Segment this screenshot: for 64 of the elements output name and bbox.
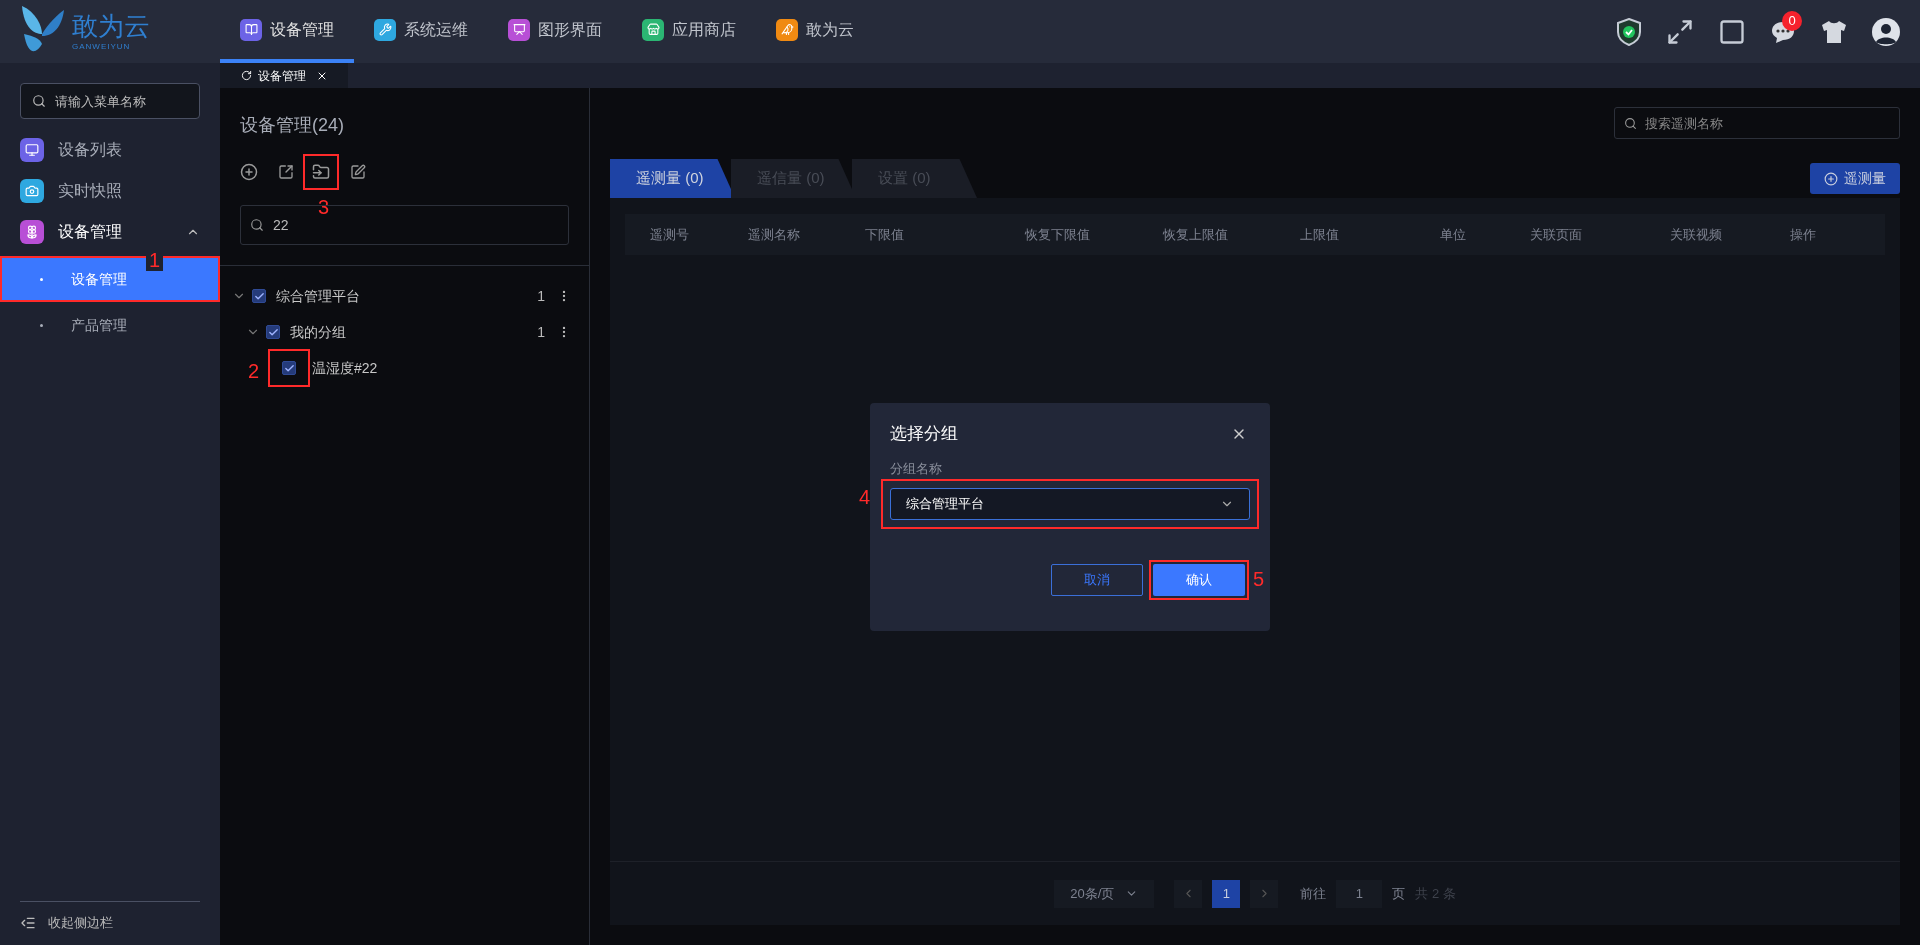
logo-subtitle: GANWEIYUN (72, 40, 132, 53)
add-telemetry-button[interactable]: 遥测量 (1810, 163, 1900, 194)
nav-tab[interactable]: 应用商店 (622, 0, 756, 63)
page-unit: 页 (1392, 884, 1406, 903)
edit-icon[interactable] (350, 164, 366, 180)
avatar-icon[interactable] (1872, 17, 1900, 46)
menu-item[interactable]: 实时快照 (0, 170, 220, 211)
group-select[interactable]: 综合管理平台 (890, 488, 1250, 520)
bullet-icon (40, 323, 43, 327)
checkbox[interactable] (282, 361, 296, 375)
page-tab[interactable]: 设备管理 (220, 63, 348, 88)
count: 1 (537, 286, 545, 306)
annotation-number: 4 (859, 487, 871, 507)
column-header: 遥测名称 (748, 225, 801, 244)
menu-search-field[interactable]: 请输入菜单名称 (20, 83, 200, 119)
column-header: 下限值 (865, 225, 905, 244)
dialog-title: 选择分组 (890, 423, 958, 445)
plus-icon (1824, 171, 1838, 186)
tree-item[interactable]: 我的分组 (290, 321, 538, 343)
search-icon (250, 218, 264, 232)
field-label: 分组名称 (890, 459, 943, 478)
column-header: 上限值 (1300, 225, 1340, 244)
menu-item[interactable]: 设备管理 (0, 215, 220, 249)
confirm-button[interactable]: 确认 (1153, 564, 1245, 596)
count: 1 (537, 322, 545, 342)
nav-tab[interactable]: 敢为云 (756, 0, 874, 63)
tree-item[interactable]: 温湿度#22 (312, 357, 571, 379)
checkbox[interactable] (252, 289, 266, 303)
nav-tab[interactable]: 系统运维 (354, 0, 488, 63)
search-icon (32, 94, 46, 108)
page-input[interactable]: 1 (1336, 879, 1383, 908)
shield-icon[interactable] (1616, 17, 1642, 46)
checkbox[interactable] (266, 325, 280, 339)
column-header: 关联视频 (1670, 225, 1723, 244)
annotation-number: 5 (1253, 569, 1265, 589)
notification-badge: 0 (1782, 10, 1802, 31)
move-to-group-icon[interactable] (312, 163, 330, 181)
frame-icon[interactable] (1718, 17, 1746, 46)
cancel-button[interactable]: 取消 (1051, 564, 1143, 596)
fullscreen-icon[interactable] (1666, 17, 1694, 46)
column-header: 恢复下限值 (1025, 225, 1091, 244)
export-icon[interactable] (278, 164, 294, 180)
add-icon[interactable] (240, 163, 258, 181)
refresh-icon[interactable] (240, 70, 252, 81)
column-header: 恢复上限值 (1163, 225, 1229, 244)
collapse-sidebar-link[interactable]: 收起侧边栏 (48, 912, 113, 933)
telemetry-search-field[interactable]: 搜索遥测名称 (1614, 107, 1900, 139)
logo-text: 敢为云 (72, 10, 150, 41)
column-header: 操作 (1790, 225, 1817, 244)
panel-title: 设备管理(24) (240, 114, 345, 137)
column-header: 关联页面 (1530, 225, 1583, 244)
search-icon (1624, 117, 1637, 130)
page-number[interactable]: 1 (1212, 879, 1241, 908)
nav-tab[interactable]: 图形界面 (488, 0, 622, 63)
submenu-item[interactable]: 产品管理 (0, 302, 220, 348)
menu-item[interactable]: 设备列表 (0, 129, 220, 170)
column-header: 遥测号 (650, 225, 690, 244)
page-size-select[interactable]: 20条/页 (1054, 879, 1155, 908)
annotation-number: 2 (248, 361, 260, 381)
shirt-icon[interactable] (1820, 19, 1848, 44)
column-header: 单位 (1440, 225, 1467, 244)
goto-label: 前往 (1300, 884, 1327, 903)
bullet-icon (40, 277, 43, 281)
tree-item[interactable]: 综合管理平台 (276, 285, 538, 307)
